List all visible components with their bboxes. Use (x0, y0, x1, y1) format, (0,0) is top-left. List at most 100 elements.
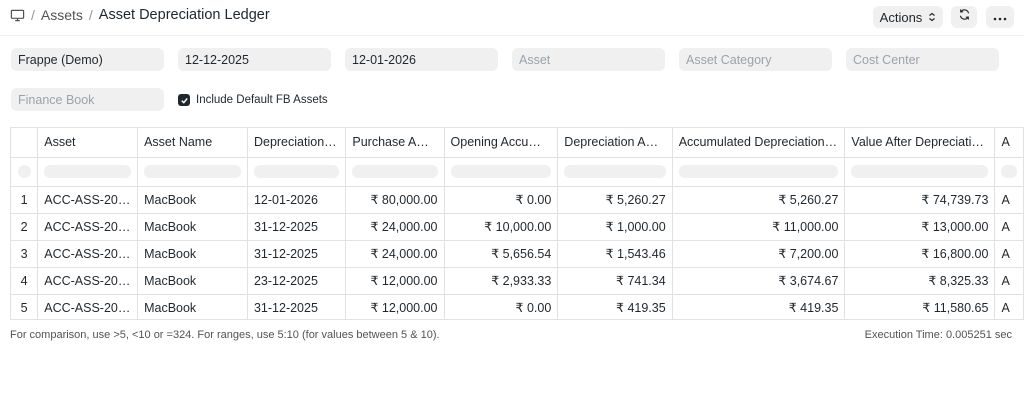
table-header-row: Asset Asset Name Depreciation… Purchase … (11, 128, 1024, 158)
column-filter-input[interactable] (557, 157, 673, 187)
table-body: 1 ACC-ASS-20… MacBook 12-01-2026 ₹ 80,000.00… (11, 186, 1024, 319)
column-header-depreciation-date[interactable]: Depreciation… (247, 128, 347, 158)
value-after-depreciation-cell[interactable]: ₹ 13,000.00 (844, 213, 996, 241)
value-after-depreciation-cell[interactable]: ₹ 16,800.00 (844, 240, 996, 268)
column-filter-input[interactable] (37, 157, 139, 187)
column-filter-input[interactable] (844, 157, 996, 187)
purchase-amount-cell[interactable]: ₹ 12,000.00 (345, 267, 445, 295)
page-title: Asset Depreciation Ledger (98, 7, 270, 23)
depreciation-amount-cell[interactable]: ₹ 5,260.27 (557, 186, 673, 214)
execution-time: Execution Time: 0.005251 sec (864, 329, 1012, 341)
desktop-icon[interactable] (10, 8, 25, 23)
column-filter-input[interactable] (672, 157, 846, 187)
asset-name-cell[interactable]: MacBook (137, 294, 248, 319)
column-filter-input[interactable] (345, 157, 445, 187)
report-table: Asset Asset Name Depreciation… Purchase … (11, 128, 1024, 319)
depreciation-date-cell[interactable]: 31-12-2025 (247, 213, 347, 241)
value-after-depreciation-cell[interactable]: ₹ 11,580.65 (844, 294, 996, 319)
breadcrumb-assets-link[interactable]: Assets (41, 7, 83, 23)
opening-accumulated-cell[interactable]: ₹ 10,000.00 (444, 213, 559, 241)
purchase-amount-cell[interactable]: ₹ 12,000.00 (345, 294, 445, 319)
filter-cell-index (11, 157, 39, 187)
to-date-filter[interactable]: 12-01-2026 (345, 48, 498, 71)
asset-cell[interactable]: ACC-ASS-20… (37, 213, 139, 241)
more-options-button[interactable] (986, 6, 1014, 28)
cost-center-filter[interactable]: Cost Center (846, 48, 999, 71)
column-header-value-after-depreciation[interactable]: Value After Depreciati… (844, 128, 996, 158)
accumulated-depreciation-cell[interactable]: ₹ 419.35 (672, 294, 846, 319)
accumulated-depreciation-cell[interactable]: ₹ 3,674.67 (672, 267, 846, 295)
column-header-opening-accumulated[interactable]: Opening Accu… (444, 128, 559, 158)
breadcrumb-separator: / (88, 7, 93, 23)
table-row[interactable]: 3 ACC-ASS-20… MacBook 31-12-2025 ₹ 24,000.00… (11, 240, 1024, 268)
column-header-asset-name[interactable]: Asset Name (137, 128, 248, 158)
include-default-fb-checkbox[interactable] (178, 94, 190, 106)
asset-category-filter[interactable]: Asset Category (679, 48, 832, 71)
asset-name-cell[interactable]: MacBook (137, 240, 248, 268)
depreciation-amount-cell[interactable]: ₹ 419.35 (557, 294, 673, 319)
refresh-icon (958, 8, 971, 26)
value-after-depreciation-cell[interactable]: ₹ 8,325.33 (844, 267, 996, 295)
opening-accumulated-cell[interactable]: ₹ 0.00 (444, 186, 559, 214)
actions-button[interactable]: Actions (873, 6, 943, 28)
depreciation-amount-cell[interactable]: ₹ 741.34 (557, 267, 673, 295)
refresh-button[interactable] (951, 6, 977, 28)
include-default-fb-label: Include Default FB Assets (196, 94, 328, 106)
column-filter-input[interactable] (247, 157, 347, 187)
depreciation-amount-cell[interactable]: ₹ 1,000.00 (557, 213, 673, 241)
column-header-accumulated-depreciation[interactable]: Accumulated Depreciation… (672, 128, 846, 158)
accumulated-depreciation-cell[interactable]: ₹ 5,260.27 (672, 186, 846, 214)
column-header-depreciation-amount[interactable]: Depreciation A… (557, 128, 673, 158)
asset-name-cell[interactable]: MacBook (137, 186, 248, 214)
table-row[interactable]: 2 ACC-ASS-20… MacBook 31-12-2025 ₹ 24,000.00… (11, 213, 1024, 241)
accumulated-depreciation-cell[interactable]: ₹ 7,200.00 (672, 240, 846, 268)
include-default-fb-assets[interactable]: Include Default FB Assets (178, 94, 328, 106)
column-header-purchase-amount[interactable]: Purchase A… (345, 128, 445, 158)
purchase-amount-cell[interactable]: ₹ 80,000.00 (345, 186, 445, 214)
column-header-next[interactable]: A (994, 128, 1024, 158)
company-filter[interactable]: Frappe (Demo) (11, 48, 164, 71)
column-filter-input[interactable] (994, 157, 1024, 187)
column-filter-input[interactable] (137, 157, 248, 187)
row-index: 5 (11, 294, 39, 319)
opening-accumulated-cell[interactable]: ₹ 5,656.54 (444, 240, 559, 268)
next-column-cell[interactable]: A (994, 213, 1024, 241)
next-column-cell[interactable]: A (994, 186, 1024, 214)
from-date-filter[interactable]: 12-12-2025 (178, 48, 331, 71)
table-row[interactable]: 1 ACC-ASS-20… MacBook 12-01-2026 ₹ 80,000.00… (11, 186, 1024, 214)
depreciation-date-cell[interactable]: 31-12-2025 (247, 240, 347, 268)
depreciation-date-cell[interactable]: 23-12-2025 (247, 267, 347, 295)
actions-label: Actions (879, 9, 923, 25)
opening-accumulated-cell[interactable]: ₹ 2,933.33 (444, 267, 559, 295)
row-index: 4 (11, 267, 39, 295)
next-column-cell[interactable]: A (994, 294, 1024, 319)
row-index: 2 (11, 213, 39, 241)
purchase-amount-cell[interactable]: ₹ 24,000.00 (345, 240, 445, 268)
finance-book-filter[interactable]: Finance Book (11, 88, 164, 111)
opening-accumulated-cell[interactable]: ₹ 0.00 (444, 294, 559, 319)
next-column-cell[interactable]: A (994, 240, 1024, 268)
filter-hint: For comparison, use >5, <10 or =324. For… (10, 329, 440, 341)
depreciation-date-cell[interactable]: 12-01-2026 (247, 186, 347, 214)
table-row[interactable]: 4 ACC-ASS-20… MacBook 23-12-2025 ₹ 12,000.00… (11, 267, 1024, 295)
depreciation-amount-cell[interactable]: ₹ 1,543.46 (557, 240, 673, 268)
purchase-amount-cell[interactable]: ₹ 24,000.00 (345, 213, 445, 241)
value-after-depreciation-cell[interactable]: ₹ 74,739.73 (844, 186, 996, 214)
page-header: / Assets / Asset Depreciation Ledger Act… (0, 0, 1024, 36)
table-row[interactable]: 5 ACC-ASS-20… MacBook 31-12-2025 ₹ 12,000.00… (11, 294, 1024, 319)
asset-cell[interactable]: ACC-ASS-20… (37, 267, 139, 295)
asset-cell[interactable]: ACC-ASS-20… (37, 240, 139, 268)
accumulated-depreciation-cell[interactable]: ₹ 11,000.00 (672, 213, 846, 241)
asset-name-cell[interactable]: MacBook (137, 267, 248, 295)
next-column-cell[interactable]: A (994, 267, 1024, 295)
column-header-asset[interactable]: Asset (37, 128, 139, 158)
asset-cell[interactable]: ACC-ASS-20… (37, 186, 139, 214)
asset-cell[interactable]: ACC-ASS-20… (37, 294, 139, 319)
asset-name-cell[interactable]: MacBook (137, 213, 248, 241)
depreciation-date-cell[interactable]: 31-12-2025 (247, 294, 347, 319)
breadcrumb: / Assets / Asset Depreciation Ledger (10, 7, 270, 23)
ellipsis-icon (993, 8, 1007, 26)
asset-filter[interactable]: Asset (512, 48, 665, 71)
column-filter-input[interactable] (444, 157, 559, 187)
row-index-header (11, 128, 39, 158)
